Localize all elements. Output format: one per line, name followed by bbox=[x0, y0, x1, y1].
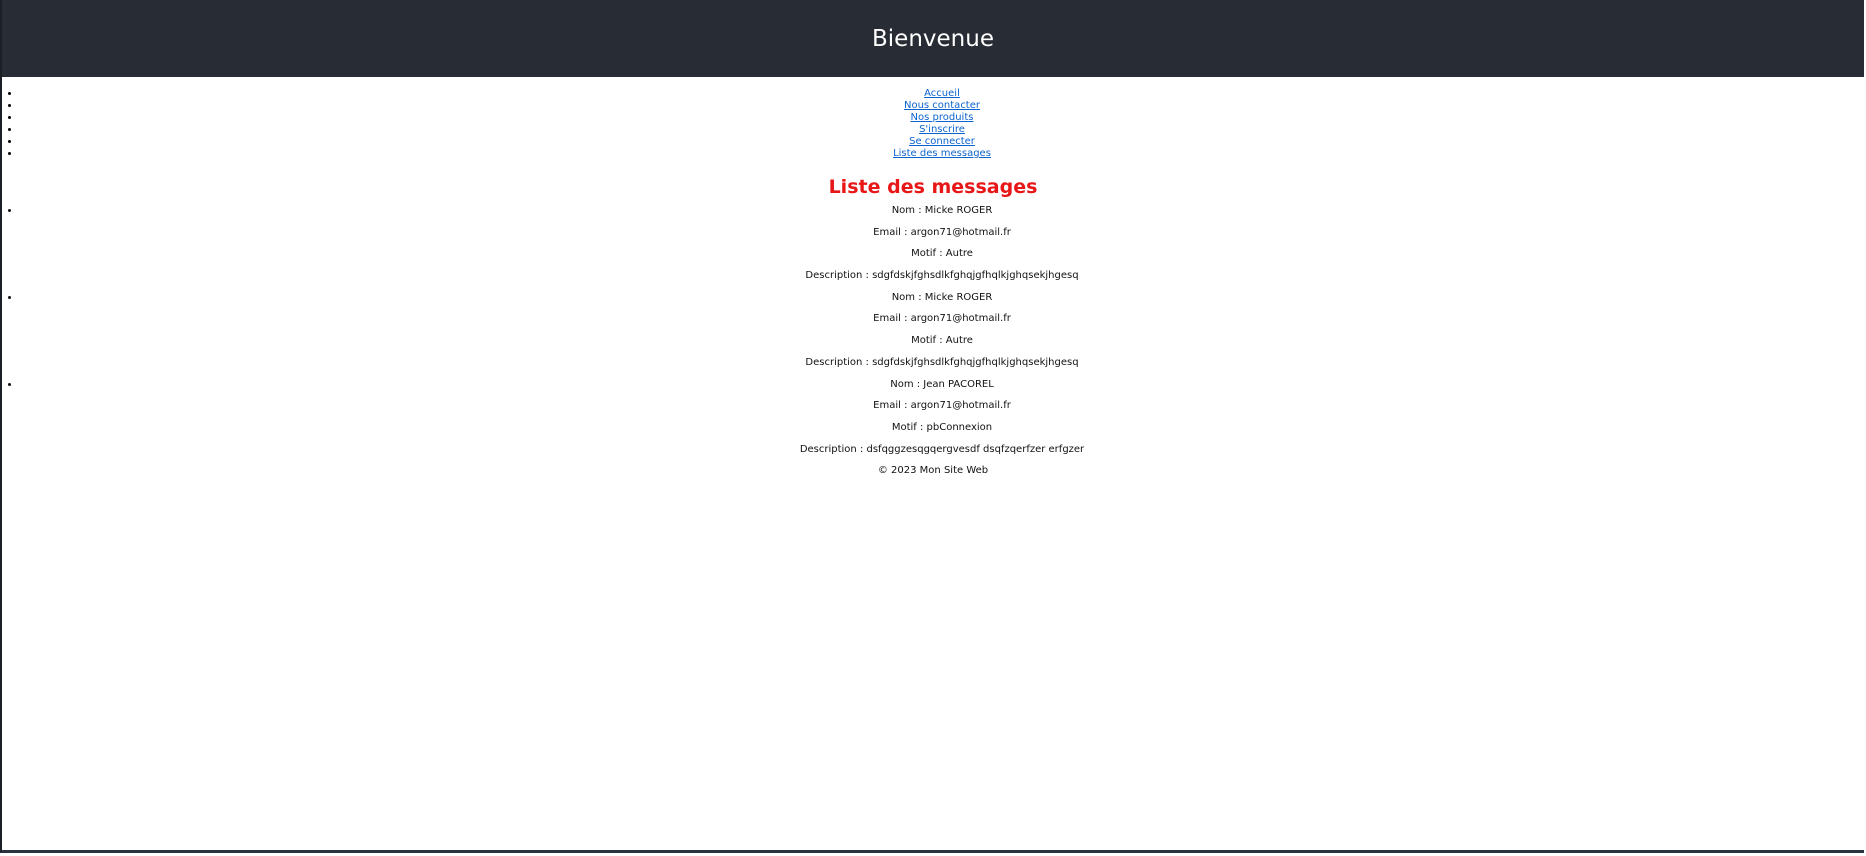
nav-link-connecter[interactable]: Se connecter bbox=[909, 136, 975, 147]
message-motif: Motif : pbConnexion bbox=[891, 421, 993, 433]
nav-item-accueil: Accueil bbox=[20, 88, 1864, 100]
message-list: Nom : Micke ROGER Email : argon71@hotmai… bbox=[2, 205, 1864, 465]
message-email: Email : argon71@hotmail.fr bbox=[873, 400, 1011, 412]
nav-item-produits: Nos produits bbox=[20, 112, 1864, 124]
nav-item-inscrire: S'inscrire bbox=[20, 124, 1864, 136]
message-motif: Motif : Autre bbox=[911, 335, 973, 347]
message-description: Description : dsfqggzesqgqergvesdf dsqfz… bbox=[799, 443, 1085, 455]
site-title: Bienvenue bbox=[872, 25, 994, 52]
message-description: Description : sdgfdskjfghsdlkfghqjgfhqlk… bbox=[805, 356, 1079, 368]
nav-link-produits[interactable]: Nos produits bbox=[911, 112, 974, 123]
nav-menu: Accueil Nous contacter Nos produits S'in… bbox=[2, 88, 1864, 160]
page: Bienvenue Accueil Nous contacter Nos pro… bbox=[0, 0, 1864, 853]
footer-copyright: © 2023 Mon Site Web bbox=[877, 465, 989, 477]
message-nom: Nom : Micke ROGER bbox=[891, 291, 993, 303]
nav-link-messages[interactable]: Liste des messages bbox=[893, 148, 991, 159]
message-item: Nom : Jean PACOREL Email : argon71@hotma… bbox=[20, 379, 1864, 466]
site-header: Bienvenue bbox=[2, 0, 1864, 77]
nav-link-accueil[interactable]: Accueil bbox=[924, 88, 960, 99]
message-description: Description : sdgfdskjfghsdlkfghqjgfhqlk… bbox=[805, 270, 1079, 282]
nav-item-connecter: Se connecter bbox=[20, 136, 1864, 148]
messages-title: Liste des messages bbox=[828, 176, 1038, 198]
message-nom: Nom : Jean PACOREL bbox=[890, 378, 994, 390]
message-item: Nom : Micke ROGER Email : argon71@hotmai… bbox=[20, 292, 1864, 379]
message-nom: Nom : Micke ROGER bbox=[891, 205, 993, 216]
message-email: Email : argon71@hotmail.fr bbox=[873, 313, 1011, 325]
nav-item-messages: Liste des messages bbox=[20, 148, 1864, 160]
message-motif: Motif : Autre bbox=[911, 248, 973, 260]
message-item: Nom : Micke ROGER Email : argon71@hotmai… bbox=[20, 205, 1864, 292]
site-footer: © 2023 Mon Site Web bbox=[2, 465, 1864, 477]
message-email: Email : argon71@hotmail.fr bbox=[873, 226, 1011, 238]
nav-item-contact: Nous contacter bbox=[20, 100, 1864, 112]
nav-link-contact[interactable]: Nous contacter bbox=[904, 100, 980, 111]
nav-link-inscrire[interactable]: S'inscrire bbox=[919, 124, 965, 135]
